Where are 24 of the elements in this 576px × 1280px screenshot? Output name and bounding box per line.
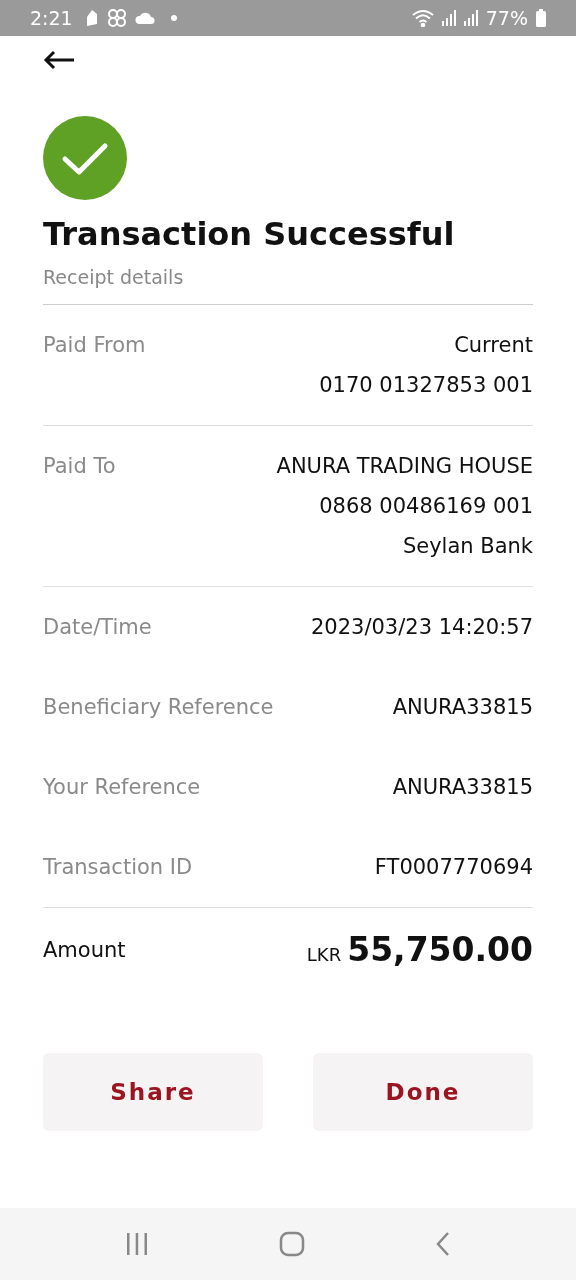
- detail-label: Paid From: [43, 332, 146, 359]
- detail-label: Your Reference: [43, 774, 201, 801]
- action-button[interactable]: Share: [43, 1053, 263, 1131]
- page-subtitle: Receipt details: [43, 266, 533, 305]
- detail-label: Date/Time: [43, 614, 152, 641]
- detail-value: 0170 01327853 001: [319, 372, 533, 399]
- detail-value: 2023/03/23 14:20:57: [310, 614, 533, 641]
- amount-label: Amount: [43, 937, 126, 962]
- detail-value: ANURA33815: [392, 774, 533, 801]
- action-button[interactable]: Done: [313, 1053, 533, 1131]
- battery-percent: 77%: [485, 7, 528, 29]
- detail-value: Seylan Bank: [402, 533, 533, 560]
- currency-code: LKR: [306, 944, 342, 965]
- detail-value: Current: [454, 332, 533, 359]
- status-time: 2:21: [30, 7, 73, 29]
- page-title: Transaction Successful: [43, 214, 456, 254]
- detail-value: ANURA33815: [392, 694, 533, 721]
- amount-value: 55,750.00: [347, 930, 533, 969]
- detail-label: Paid To: [43, 453, 116, 480]
- detail-label: Transaction ID: [43, 854, 193, 881]
- detail-value: 0868 00486169 001: [319, 493, 533, 520]
- detail-value: ANURA TRADING HOUSE: [276, 453, 533, 480]
- detail-value: FT0007770694: [374, 854, 533, 881]
- detail-label: Beneficiary Reference: [43, 694, 274, 721]
